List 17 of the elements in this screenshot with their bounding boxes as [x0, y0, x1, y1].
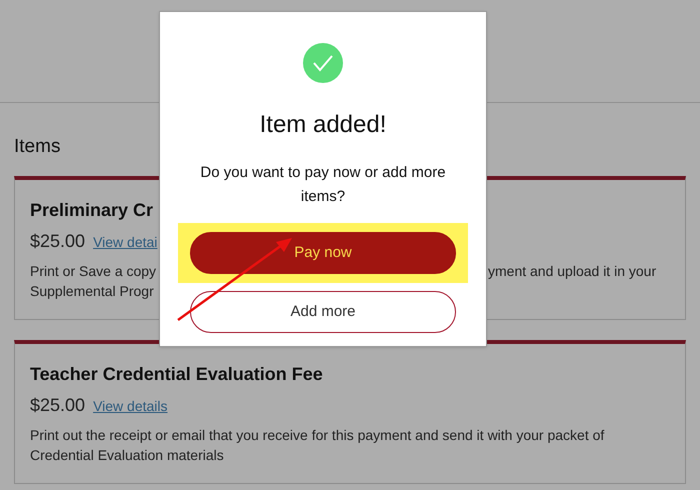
dialog-title: Item added!: [260, 110, 386, 140]
item-description: Supplemental Progr: [30, 282, 155, 300]
item-description: yment and upload it in your: [488, 262, 656, 280]
dialog-message: Do you want to pay now or add more items?: [199, 163, 447, 207]
item-description: Print or Save a copy: [30, 262, 158, 280]
item-title: Teacher Credential Evaluation Fee: [30, 362, 323, 386]
item-price: $25.00: [30, 394, 86, 416]
view-details-link[interactable]: View detai: [93, 232, 158, 252]
pay-now-button[interactable]: Pay now: [190, 232, 456, 274]
item-price: $25.00: [30, 230, 86, 252]
view-details-link[interactable]: View details: [93, 396, 168, 416]
item-description: Print out the receipt or email that you receive for this payment and send it with your packet of: [30, 426, 604, 444]
item-title: Preliminary Cr: [30, 198, 154, 222]
check-icon: [303, 43, 343, 83]
section-title: Items: [14, 135, 60, 159]
add-more-button[interactable]: Add more: [190, 291, 456, 333]
item-description: Credential Evaluation materials: [30, 446, 224, 464]
